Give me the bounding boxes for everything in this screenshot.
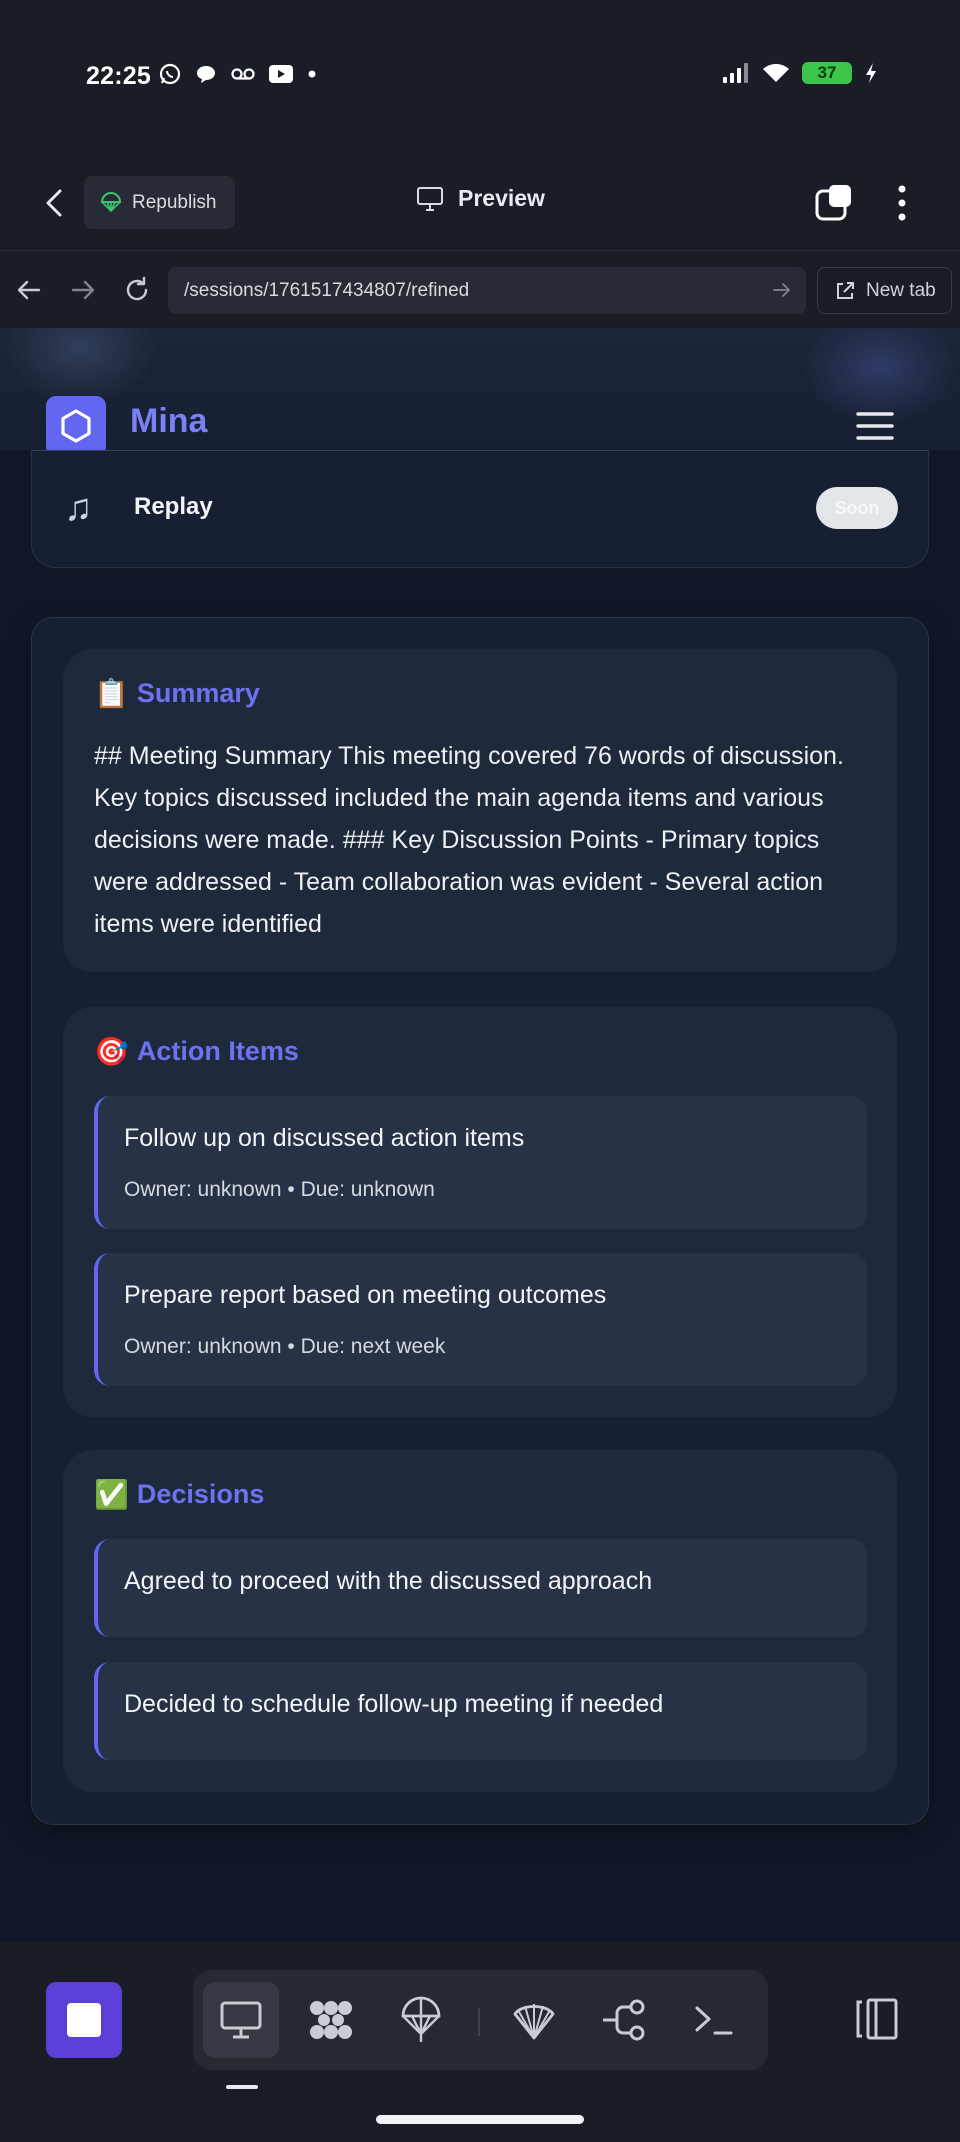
url-input[interactable]: /sessions/1761517434807/refined <box>168 267 806 314</box>
decisions-title-text: Decisions <box>136 1479 265 1509</box>
action-item: Follow up on discussed action items Owne… <box>94 1096 867 1229</box>
music-note-icon: ♫ <box>64 487 93 529</box>
check-mark-icon: ✅ <box>94 1479 129 1510</box>
tool-terminal[interactable] <box>676 1982 752 2058</box>
soon-badge: Soon <box>816 487 898 529</box>
bottom-toolbar <box>0 1942 960 2142</box>
back-arrow-icon[interactable] <box>40 185 70 221</box>
clipboard-icon: 📋 <box>94 678 129 709</box>
new-tab-label: New tab <box>866 279 936 301</box>
logo[interactable] <box>46 396 106 456</box>
hamburger-menu-icon[interactable] <box>856 410 894 442</box>
tool-shell[interactable] <box>496 1982 572 2058</box>
summary-text: ## Meeting Summary This meeting covered … <box>94 742 844 938</box>
hexagon-icon <box>61 409 91 443</box>
tool-group <box>193 1970 768 2070</box>
terminal-icon <box>695 2006 733 2035</box>
tool-publish[interactable] <box>383 1982 459 2058</box>
tool-separator <box>478 2008 480 2036</box>
status-bar: 22:25 37 <box>0 0 960 155</box>
target-icon: 🎯 <box>94 1036 129 1067</box>
nav-back-icon[interactable] <box>14 275 44 305</box>
active-tool-indicator <box>226 2085 258 2089</box>
preview-title: Preview <box>416 185 545 212</box>
dot-icon <box>308 70 316 78</box>
go-arrow-icon[interactable] <box>772 280 792 300</box>
action-items-title: 🎯 Action Items <box>94 1035 299 1068</box>
share-nodes-icon <box>603 1999 645 2041</box>
republish-label: Republish <box>132 191 217 213</box>
tool-grid[interactable] <box>293 1982 369 2058</box>
reload-icon[interactable] <box>122 275 152 305</box>
replay-card: ♫ Replay Soon <box>31 450 929 568</box>
decision-item: Decided to schedule follow-up meeting if… <box>94 1662 867 1760</box>
voicemail-icon <box>231 68 255 80</box>
charging-icon <box>866 63 876 83</box>
shell-icon <box>513 2004 555 2040</box>
decision-item-title: Decided to schedule follow-up meeting if… <box>124 1690 664 1718</box>
republish-button[interactable]: Republish <box>84 176 235 229</box>
monitor-icon <box>220 2001 262 2039</box>
parachute-icon <box>100 191 122 212</box>
results-card: 📋 Summary ## Meeting Summary This meetin… <box>31 617 929 1825</box>
signal-icon <box>723 63 748 83</box>
battery-icon: 37 <box>802 62 852 84</box>
wifi-icon <box>763 63 789 82</box>
app-bar: Republish Preview <box>0 155 960 250</box>
brand-name[interactable]: Mina <box>130 402 207 441</box>
preview-label: Preview <box>458 185 545 211</box>
action-items-section: 🎯 Action Items Follow up on discussed ac… <box>63 1007 897 1417</box>
summary-title-text: Summary <box>136 678 260 708</box>
decisions-section: ✅ Decisions Agreed to proceed with the d… <box>63 1450 897 1792</box>
stop-button[interactable] <box>46 1982 122 2058</box>
system-icons: 37 <box>722 62 878 84</box>
status-time: 22:25 <box>86 62 151 90</box>
grid-icon <box>310 2001 352 2039</box>
external-link-icon <box>837 281 854 299</box>
youtube-icon <box>269 65 293 83</box>
side-panel-icon[interactable] <box>850 1994 900 2044</box>
battery-level: 37 <box>817 63 837 82</box>
whatsapp-icon <box>159 63 181 85</box>
action-items-title-text: Action Items <box>136 1036 299 1066</box>
stop-icon <box>67 2003 101 2037</box>
tool-preview[interactable] <box>203 1982 279 2058</box>
tool-nodes[interactable] <box>586 1982 662 2058</box>
notification-icons <box>158 62 318 86</box>
more-vertical-icon[interactable] <box>890 183 914 223</box>
nav-forward-icon[interactable] <box>68 275 98 305</box>
site-header: Mina <box>0 388 960 456</box>
decision-item: Agreed to proceed with the discussed app… <box>94 1539 867 1637</box>
decision-item-title: Agreed to proceed with the discussed app… <box>124 1567 653 1595</box>
action-item-title: Prepare report based on meeting outcomes <box>124 1281 607 1309</box>
monitor-icon <box>417 186 443 211</box>
url-text: /sessions/1761517434807/refined <box>184 279 470 301</box>
new-tab-button[interactable]: New tab <box>817 267 952 314</box>
summary-section: 📋 Summary ## Meeting Summary This meetin… <box>63 649 897 972</box>
tabs-icon[interactable] <box>814 183 854 223</box>
action-item: Prepare report based on meeting outcomes… <box>94 1253 867 1386</box>
web-page: Mina ♫ Replay Soon 📋 Summary ## Meeting … <box>0 328 960 1942</box>
chat-bubble-icon <box>197 66 215 83</box>
replay-label: Replay <box>134 493 213 520</box>
action-item-title: Follow up on discussed action items <box>124 1124 525 1152</box>
action-item-meta: Owner: unknown • Due: unknown <box>124 1178 435 1201</box>
url-bar: /sessions/1761517434807/refined New tab <box>0 250 960 328</box>
decisions-title: ✅ Decisions <box>94 1478 264 1511</box>
action-item-meta: Owner: unknown • Due: next week <box>124 1335 446 1358</box>
parachute-icon <box>401 1996 441 2042</box>
summary-title: 📋 Summary <box>94 677 260 710</box>
home-indicator[interactable] <box>376 2115 584 2124</box>
